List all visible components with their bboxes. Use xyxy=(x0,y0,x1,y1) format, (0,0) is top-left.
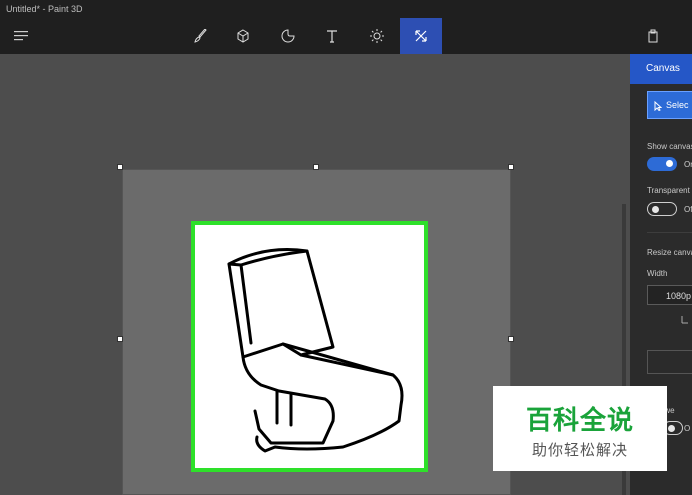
canvas-tool-button[interactable] xyxy=(400,18,442,54)
width-label: Width xyxy=(647,269,668,278)
resize-handle-top[interactable] xyxy=(313,164,319,170)
chair-drawing xyxy=(227,248,404,453)
hamburger-menu-icon[interactable] xyxy=(14,30,30,42)
sticker-icon xyxy=(281,29,295,43)
show-canvas-label: Show canvas xyxy=(647,142,692,151)
title-bar: Untitled* - Paint 3D xyxy=(0,0,692,18)
panel-action-button[interactable] xyxy=(647,350,692,374)
paste-clipboard-icon xyxy=(648,29,658,43)
effects-sun-icon xyxy=(370,29,384,43)
lock-aspect-icon[interactable] xyxy=(681,314,689,324)
text-tool-button[interactable] xyxy=(311,18,353,54)
panel-divider xyxy=(647,232,692,233)
watermark-logo: 百科全说 助你轻松解决 xyxy=(493,386,667,471)
resize-handle-top-right[interactable] xyxy=(508,164,514,170)
resize-image-state: O xyxy=(684,424,691,433)
3d-shapes-tool-button[interactable] xyxy=(222,18,264,54)
brush-icon xyxy=(194,29,207,43)
select-button[interactable]: Selec xyxy=(647,91,692,119)
select-button-label: Selec xyxy=(666,100,689,110)
show-canvas-state: On xyxy=(684,160,692,169)
transparent-canvas-state: Off xyxy=(684,205,692,214)
transparent-canvas-toggle[interactable] xyxy=(647,202,677,216)
cube-3d-shapes-icon xyxy=(237,29,249,43)
resize-handle-top-left[interactable] xyxy=(117,164,123,170)
transparent-canvas-label: Transparent xyxy=(647,186,690,195)
resize-handle-left[interactable] xyxy=(117,336,123,342)
resize-handle-right[interactable] xyxy=(508,336,514,342)
top-toolbar xyxy=(0,18,692,54)
watermark-sub-text: 助你轻松解决 xyxy=(531,441,628,459)
width-input[interactable]: 1080p xyxy=(647,285,692,305)
paste-button[interactable] xyxy=(632,18,674,54)
window-title: Untitled* - Paint 3D xyxy=(6,4,83,14)
show-canvas-toggle[interactable] xyxy=(647,157,677,171)
cursor-icon xyxy=(654,101,662,111)
panel-title: Canvas xyxy=(630,54,692,84)
stickers-tool-button[interactable] xyxy=(267,18,309,54)
text-icon xyxy=(327,30,337,43)
selected-image[interactable] xyxy=(191,221,428,472)
resize-canvas-label: Resize canvas xyxy=(647,248,692,257)
effects-tool-button[interactable] xyxy=(356,18,398,54)
canvas-resize-icon xyxy=(415,30,427,42)
watermark-main-text: 百科全说 xyxy=(525,406,634,436)
brush-tool-button[interactable] xyxy=(180,18,222,54)
